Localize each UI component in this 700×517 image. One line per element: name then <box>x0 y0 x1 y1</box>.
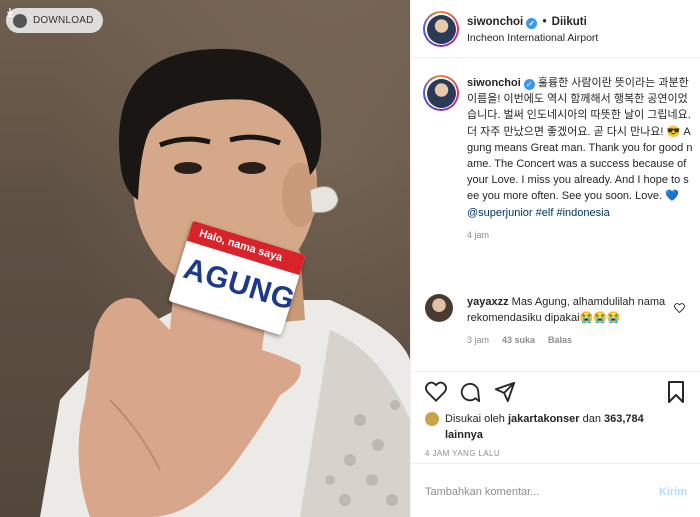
caption-time: 4 jam <box>467 229 490 240</box>
comment-bubble-icon[interactable] <box>459 381 481 403</box>
sunglasses-emoji: 😎 <box>666 125 681 138</box>
reply-meta: 3 jam 43 suka Balas <box>467 335 693 345</box>
post-photo[interactable]: Halo, nama saya AGUNG DOWNLOAD <box>0 0 410 517</box>
header-username[interactable]: siwonchoi <box>467 16 523 28</box>
in-ear-monitor <box>309 186 339 213</box>
hashtag-link[interactable]: #elf <box>536 207 554 219</box>
download-button[interactable]: DOWNLOAD <box>6 8 103 33</box>
post-timestamp[interactable]: 4 JAM YANG LALU <box>425 449 500 458</box>
reply-text: yayaxzz Mas Agung, alhamdulilah nama rek… <box>467 294 667 326</box>
reply-comment: yayaxzz Mas Agung, alhamdulilah nama rek… <box>423 294 693 345</box>
download-icon <box>7 8 27 28</box>
header-user-line: siwonchoi ✓ • Diikuti <box>467 16 587 29</box>
header-separator: • <box>542 16 547 28</box>
likes-text: Disukai oleh jakartakonser dan 363,784 l… <box>445 411 655 443</box>
like-heart-icon[interactable] <box>425 381 447 402</box>
eye-left <box>174 162 202 174</box>
comment-input[interactable]: Tambahkan komentar... <box>425 486 539 498</box>
caption-avatar[interactable] <box>423 75 459 111</box>
action-icons-row <box>425 381 687 405</box>
share-paper-plane-icon[interactable] <box>494 381 516 403</box>
post-comment-button[interactable]: Kirim <box>659 486 687 498</box>
comments-list[interactable]: siwonchoi ✓ 훌륭한 사람이란 뜻이라는 과분한 이름을! 이번에도 역… <box>411 58 700 371</box>
reply-avatar[interactable] <box>425 294 453 322</box>
likes-joiner: dan <box>582 413 601 425</box>
reply-time: 3 jam <box>467 335 490 346</box>
crying-emojis: 😭😭😭 <box>579 312 621 325</box>
blue-heart-emoji: 💙 <box>665 190 679 203</box>
follow-status-button[interactable]: Diikuti <box>552 16 587 28</box>
caption-text: siwonchoi ✓ 훌륭한 사람이란 뜻이라는 과분한 이름을! 이번에도 역… <box>467 75 693 221</box>
reply-username[interactable]: yayaxzz <box>467 296 509 308</box>
liker-username[interactable]: jakartakonser <box>508 413 580 425</box>
likes-summary: Disukai oleh jakartakonser dan 363,784 l… <box>425 411 655 443</box>
liker-avatar[interactable] <box>425 412 439 426</box>
verified-badge-icon: ✓ <box>523 79 535 90</box>
post-header: siwonchoi ✓ • Diikuti Incheon Internation… <box>411 0 700 58</box>
reply-button[interactable]: Balas <box>548 335 572 345</box>
caption-username[interactable]: siwonchoi <box>467 77 521 89</box>
author-avatar[interactable] <box>423 11 459 47</box>
likes-suffix[interactable]: lainnya <box>445 429 483 441</box>
likes-prefix: Disukai oleh <box>445 413 505 425</box>
eye-right <box>238 162 266 174</box>
mention-link[interactable]: @superjunior <box>467 207 533 219</box>
post-location[interactable]: Incheon International Airport <box>467 32 598 44</box>
save-bookmark-icon[interactable] <box>667 381 685 403</box>
caption-comment: siwonchoi ✓ 훌륭한 사람이란 뜻이라는 과분한 이름을! 이번에도 역… <box>423 75 693 240</box>
likes-count[interactable]: 363,784 <box>604 413 644 425</box>
verified-badge-icon: ✓ <box>526 18 538 29</box>
hashtag-link[interactable]: #indonesia <box>556 207 609 219</box>
download-label: DOWNLOAD <box>33 15 94 26</box>
comment-like-heart-icon[interactable] <box>674 303 685 313</box>
post-sidebar: siwonchoi ✓ • Diikuti Incheon Internation… <box>410 0 700 517</box>
reply-likes[interactable]: 43 suka <box>502 335 535 345</box>
post-actions: Disukai oleh jakartakonser dan 363,784 l… <box>411 371 700 463</box>
add-comment-bar: Tambahkan komentar... Kirim <box>411 463 700 517</box>
